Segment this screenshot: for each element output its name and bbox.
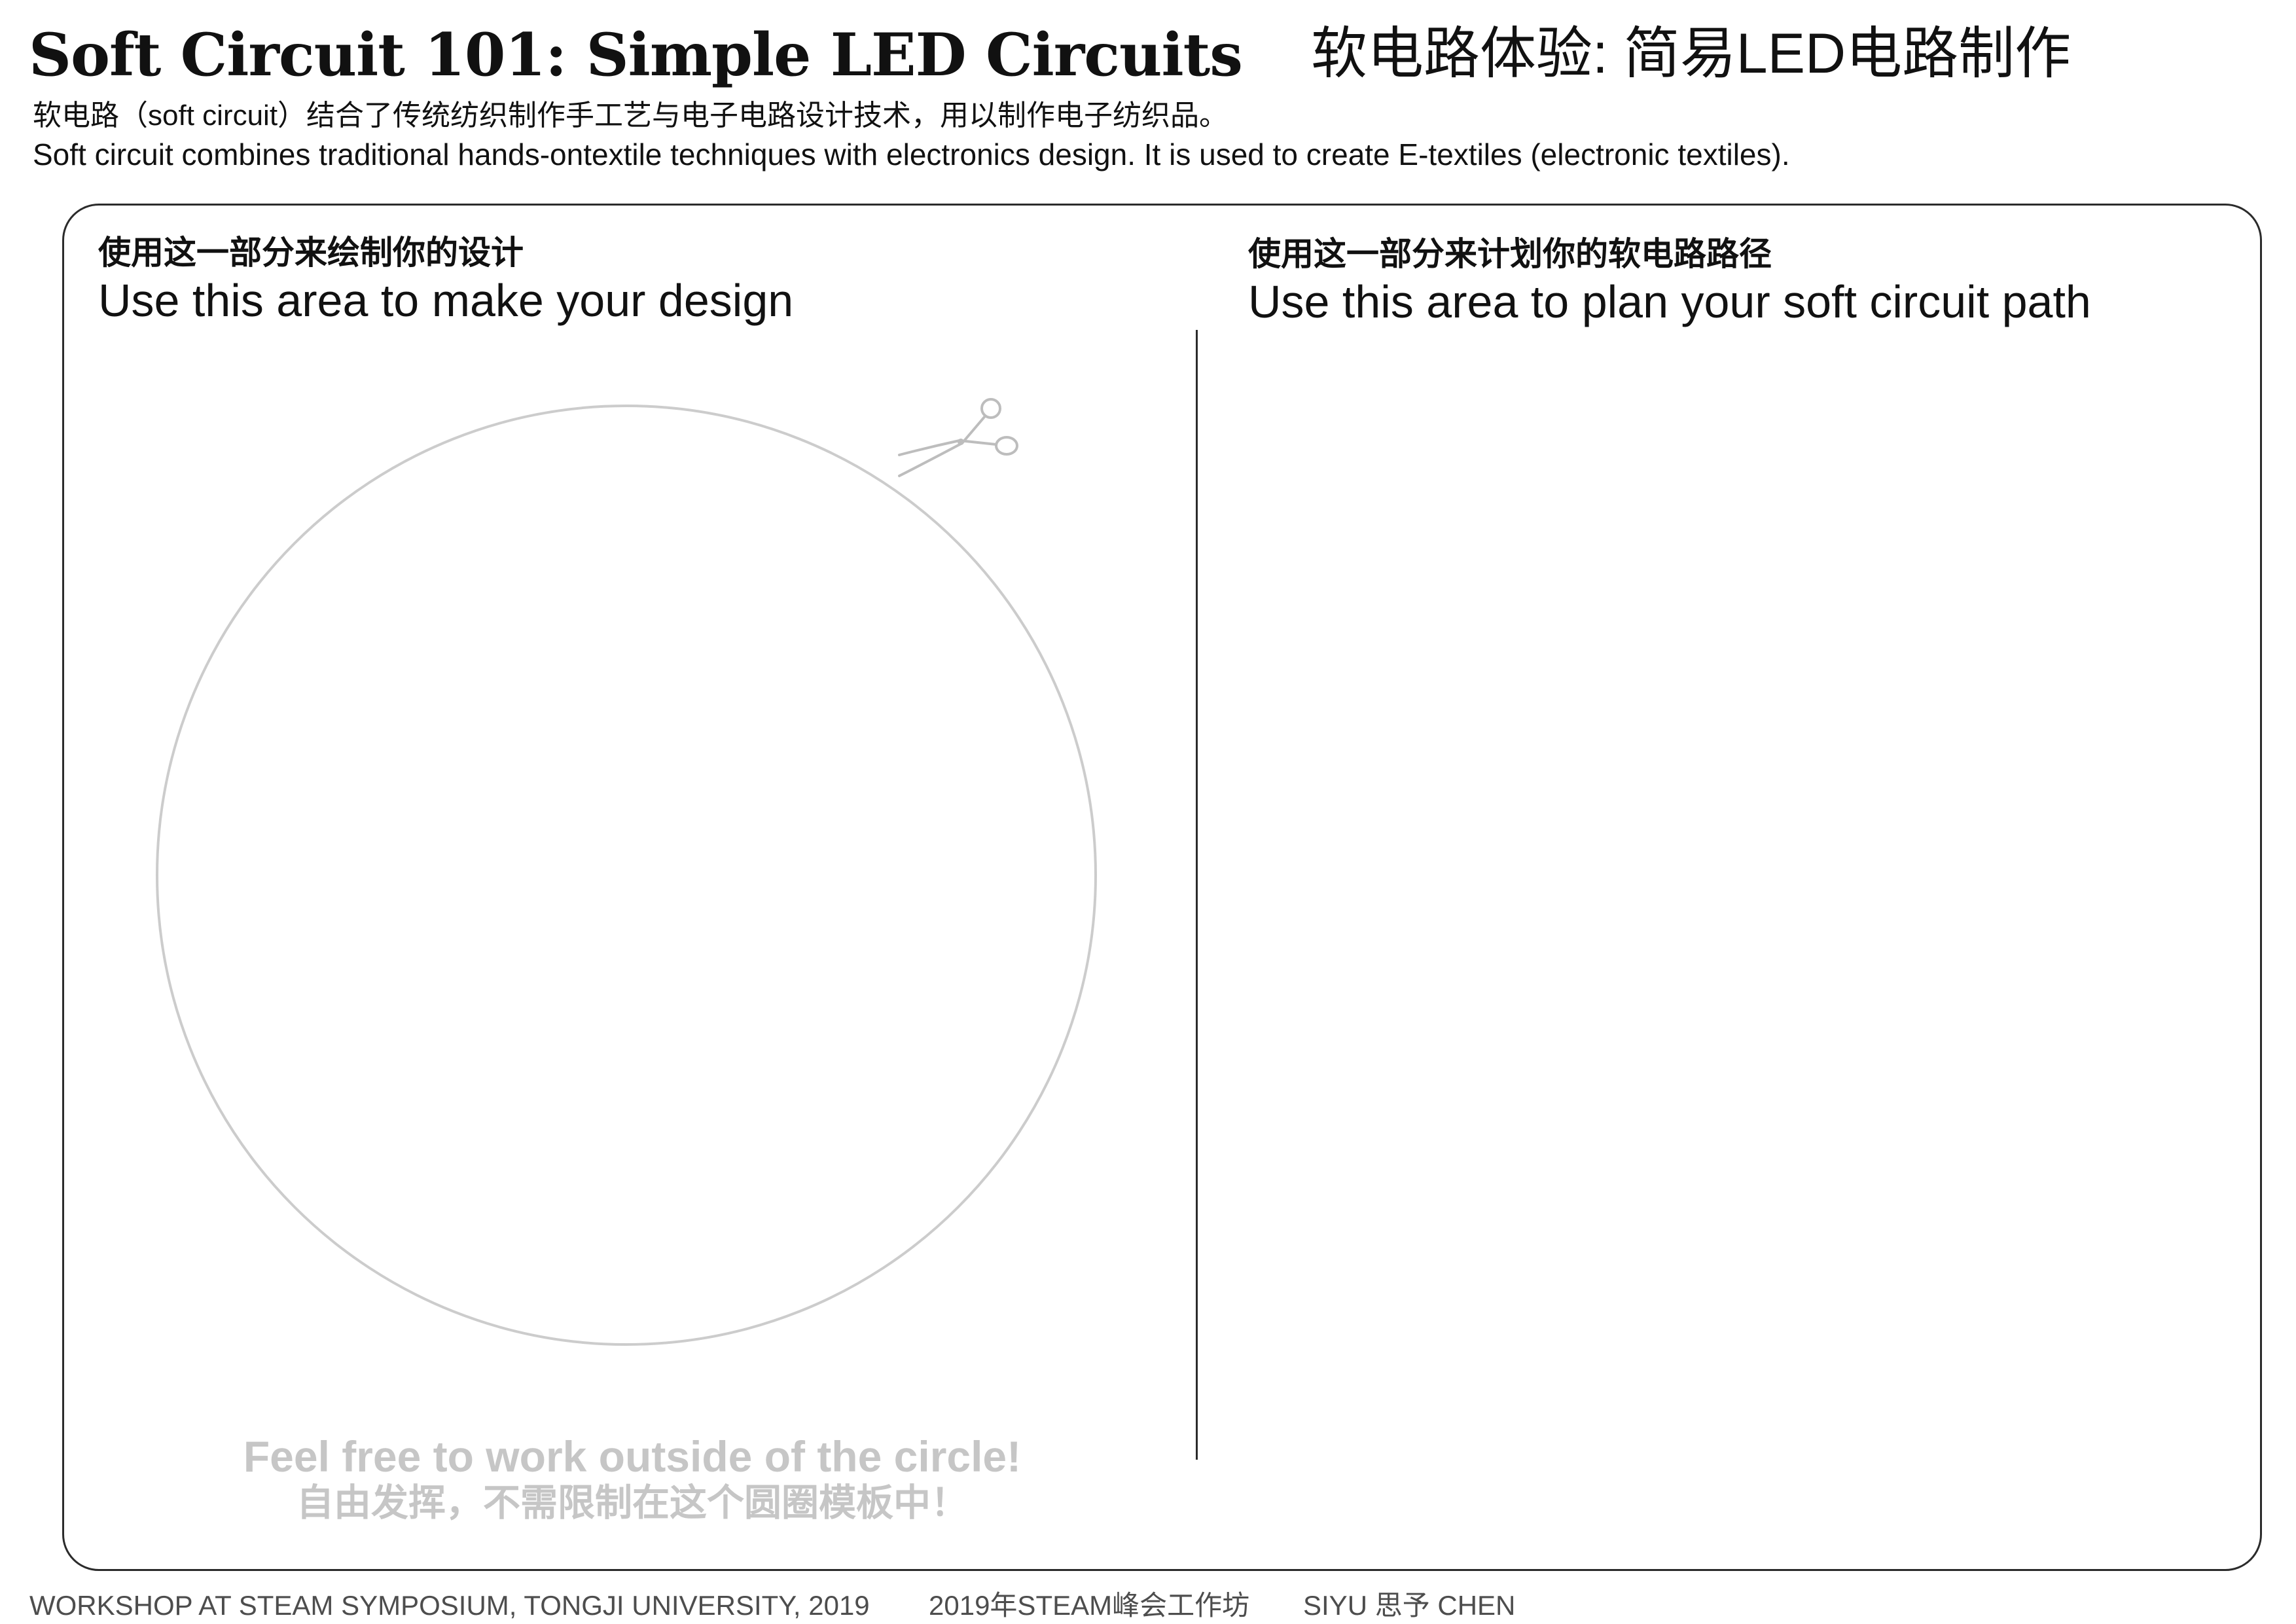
scissors-icon <box>898 398 1018 477</box>
circuit-path-area: 使用这一部分来计划你的软电路路径 Use this area to plan y… <box>1198 206 2260 1569</box>
circle-template <box>156 405 1097 1346</box>
circuit-area-label-english: Use this area to plan your soft circuit … <box>1248 276 2091 327</box>
scissors-upper-blade <box>898 439 997 456</box>
footer-event-english: WORKSHOP AT STEAM SYMPOSIUM, TONGJI UNIV… <box>29 1590 870 1621</box>
design-area-label-chinese: 使用这一部分来绘制你的设计 <box>98 234 524 271</box>
footer-author: SIYU 思予 CHEN <box>1303 1590 1516 1621</box>
design-area-label-english: Use this area to make your design <box>98 275 794 326</box>
worksheet-frame: 使用这一部分来绘制你的设计 Use this area to make your… <box>62 204 2262 1571</box>
title-chinese: 软电路体验: 简易LED电路制作 <box>1311 22 2072 85</box>
scissors-handle-ring <box>980 398 1001 419</box>
scissors-lower-blade <box>898 416 986 477</box>
worksheet-page: { "header": { "title_en": "Soft Circuit … <box>0 0 2296 1624</box>
scissors-handle-ring <box>995 436 1018 456</box>
intro-english: Soft circuit combines traditional hands-… <box>33 137 1790 171</box>
intro-chinese: 软电路（soft circuit）结合了传统纺织制作手工艺与电子电路设计技术，用… <box>33 99 1229 132</box>
title-english: Soft Circuit 101: Simple LED Circuits <box>29 20 1243 90</box>
circle-note-chinese: 自由发挥，不需限制在这个圆圈模板中！ <box>296 1482 968 1524</box>
footer-event-chinese: 2019年STEAM峰会工作坊 <box>929 1590 1250 1621</box>
scissors-pivot <box>958 439 964 445</box>
circuit-area-label-chinese: 使用这一部分来计划你的软电路路径 <box>1248 236 1772 272</box>
circle-note-english: Feel free to work outside of the circle! <box>243 1432 1022 1481</box>
design-area: 使用这一部分来绘制你的设计 Use this area to make your… <box>64 206 1196 1569</box>
